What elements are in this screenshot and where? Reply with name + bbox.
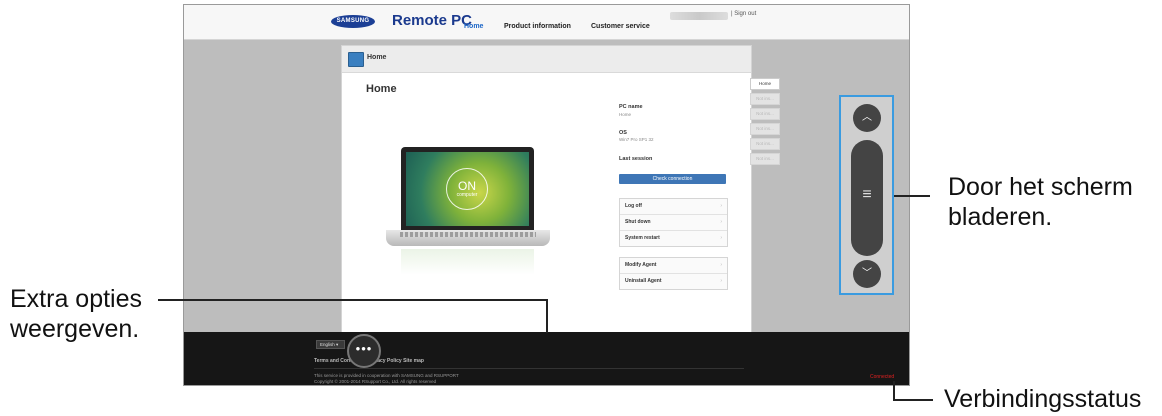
samsung-logo: SAMSUNG — [331, 15, 375, 28]
connection-status: Connected — [870, 374, 895, 380]
callout-status: Verbindingsstatus — [944, 385, 1142, 413]
modify-agent-button[interactable]: Modify Agent › — [620, 258, 727, 274]
laptop-keyboard — [386, 230, 550, 246]
callout-options: Extra opties weergeven. — [10, 284, 142, 344]
callout-options-line-2: weergeven. — [10, 315, 140, 343]
chevron-right-icon: › — [720, 235, 722, 241]
callout-scroll-line-1: Door het scherm — [948, 173, 1133, 201]
extra-options-button[interactable]: ••• — [347, 334, 381, 368]
chevron-up-icon: ︿ — [862, 112, 872, 123]
language-value: English — [320, 342, 335, 347]
callout-line-status — [893, 399, 933, 401]
callout-line-status-vertical — [893, 381, 895, 401]
page-footer: English ▾ Terms and Conditions Privacy P… — [184, 332, 909, 385]
nav-product-information-link[interactable]: Product information — [504, 23, 571, 30]
agent-actions-group: Modify Agent › Uninstall Agent › — [619, 257, 728, 290]
log-off-button[interactable]: Log off › — [620, 199, 727, 215]
system-restart-label: System restart — [625, 235, 660, 241]
chevron-right-icon: › — [720, 219, 722, 225]
uninstall-agent-button[interactable]: Uninstall Agent › — [620, 274, 727, 289]
laptop-keys — [400, 232, 536, 237]
pc-tab-home[interactable]: Home — [750, 78, 780, 90]
panel-header-title: Home — [367, 54, 387, 61]
pc-tab-list: Home Not ins... Not ins... Not ins... No… — [750, 78, 780, 168]
log-off-label: Log off — [625, 203, 642, 209]
top-bar: SAMSUNG Remote PC Home Product informati… — [184, 5, 909, 40]
power-status-text: ON — [458, 179, 476, 193]
nav-customer-service-link[interactable]: Customer service — [591, 23, 650, 30]
power-actions-group: Log off › Shut down › System restart › — [619, 198, 728, 247]
callout-line-scroll — [894, 195, 930, 197]
chevron-right-icon: › — [720, 203, 722, 209]
computer-icon — [348, 52, 364, 67]
pc-tab[interactable]: Not ins... — [750, 108, 780, 120]
system-restart-button[interactable]: System restart › — [620, 231, 727, 246]
laptop-display: ON computer — [406, 152, 529, 226]
callout-line-options — [158, 299, 548, 301]
callout-options-line-1: Extra opties — [10, 285, 143, 313]
chevron-right-icon: › — [720, 262, 722, 268]
last-session-label: Last session — [619, 156, 653, 162]
footer-copyright: This service is provided in cooperation … — [314, 373, 459, 385]
modify-agent-label: Modify Agent — [625, 262, 657, 268]
language-select[interactable]: English ▾ — [316, 340, 345, 349]
laptop-screen: ON computer — [401, 147, 534, 230]
uninstall-agent-label: Uninstall Agent — [625, 278, 662, 284]
callout-scroll: Door het scherm bladeren. — [948, 172, 1133, 232]
shut-down-label: Shut down — [625, 219, 651, 225]
check-connection-button[interactable]: Check connection — [619, 174, 726, 184]
scroll-widget: ︿ ≡ ﹀ — [839, 95, 894, 295]
scroll-track[interactable]: ≡ — [851, 140, 883, 256]
os-value: Win7 Pro SP1 32 — [619, 137, 654, 142]
content-panel: Home Home ON computer PC name Home OS Wi… — [341, 45, 752, 333]
scroll-grip-icon[interactable]: ≡ — [861, 185, 873, 207]
scroll-down-button[interactable]: ﹀ — [853, 260, 881, 288]
footer-copy-line-2: Copyright © 2001-2014 RSupport Co., Ltd.… — [314, 379, 437, 384]
callout-line-options-vertical — [546, 299, 548, 333]
sign-out-link[interactable]: | Sign out — [731, 11, 756, 17]
shut-down-button[interactable]: Shut down › — [620, 215, 727, 231]
pc-name-label: PC name — [619, 104, 643, 110]
pc-name-value: Home — [619, 112, 632, 117]
app-brand-title: Remote PC — [392, 12, 473, 29]
pc-tab[interactable]: Not ins... — [750, 138, 780, 150]
chevron-right-icon: › — [720, 278, 722, 284]
scroll-up-button[interactable]: ︿ — [853, 104, 881, 132]
nav-home-link[interactable]: Home — [464, 23, 483, 30]
footer-divider — [314, 368, 744, 369]
pc-tab[interactable]: Not ins... — [750, 123, 780, 135]
chevron-down-icon: ﹀ — [862, 268, 872, 279]
laptop-reflection — [401, 249, 534, 275]
pc-tab[interactable]: Not ins... — [750, 93, 780, 105]
os-label: OS — [619, 130, 627, 136]
pc-tab[interactable]: Not ins... — [750, 153, 780, 165]
user-account-blurred — [670, 12, 728, 20]
panel-header: Home — [342, 46, 751, 73]
page-title: Home — [366, 83, 397, 95]
power-status-subtext: computer — [456, 192, 478, 198]
callout-scroll-line-2: bladeren. — [948, 203, 1053, 231]
power-status-circle: ON computer — [446, 168, 488, 210]
